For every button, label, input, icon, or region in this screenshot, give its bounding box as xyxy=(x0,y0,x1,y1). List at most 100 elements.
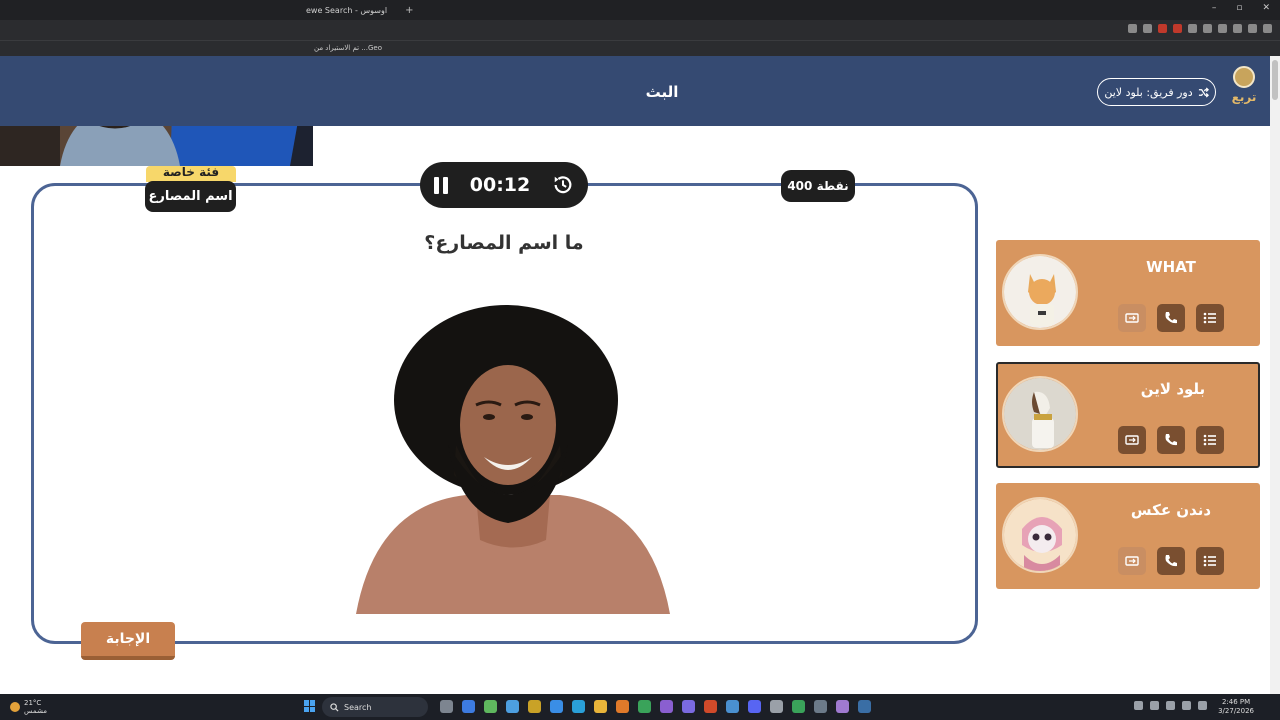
team-avatar xyxy=(1002,497,1078,573)
taskbar-apps xyxy=(440,700,871,713)
page-scrollbar[interactable] xyxy=(1270,56,1280,694)
telegram-icon[interactable] xyxy=(572,700,585,713)
app-icon[interactable] xyxy=(814,700,827,713)
category-tag: فئة خاصة xyxy=(146,166,236,182)
swap-icon xyxy=(1125,556,1139,566)
sidebar-icon[interactable] xyxy=(1233,24,1242,33)
wrestler-image xyxy=(356,305,670,614)
file-explorer-icon[interactable] xyxy=(594,700,607,713)
new-tab-icon[interactable]: + xyxy=(405,5,413,16)
category-name: اسم المصارع xyxy=(145,181,236,212)
bookmarks-bar: تم الاستيراد من ...Geo xyxy=(0,40,1280,56)
clock-time: 2:46 PM xyxy=(1221,698,1251,706)
sun-icon xyxy=(10,702,20,712)
screen: ewe Search - اوسوس + – ▫ ✕ تم الاستيراد … xyxy=(0,0,1280,720)
minimize-icon[interactable]: – xyxy=(1212,3,1217,13)
taskbar-search[interactable]: Search xyxy=(322,697,428,717)
chrome-icon[interactable] xyxy=(726,700,739,713)
app-icon[interactable] xyxy=(682,700,695,713)
weather-desc: مشمس xyxy=(24,707,47,715)
rewards-icon[interactable] xyxy=(1173,24,1182,33)
list-button[interactable] xyxy=(1196,547,1224,575)
swap-button[interactable] xyxy=(1118,426,1146,454)
close-icon[interactable]: ✕ xyxy=(1262,3,1270,13)
bookmark-icon[interactable] xyxy=(1203,24,1212,33)
call-button[interactable] xyxy=(1157,304,1185,332)
app-icon[interactable] xyxy=(660,700,673,713)
team-card-what: WHAT xyxy=(996,240,1260,346)
points-badge: 400 نقطة xyxy=(781,170,855,202)
taskbar-clock[interactable]: 2:46 PM 3/27/2026 xyxy=(1218,698,1254,716)
zoom-icon[interactable] xyxy=(1188,24,1197,33)
team-actions xyxy=(1118,426,1224,454)
tab-title: ewe Search - اوسوس xyxy=(306,5,388,15)
site-header: البث دور فريق: بلود لاين تربع xyxy=(0,56,1270,126)
answer-button[interactable]: الإجابة xyxy=(81,622,175,660)
chevron-up-icon[interactable] xyxy=(1134,701,1143,710)
pause-icon[interactable] xyxy=(434,176,448,194)
app-icon[interactable] xyxy=(484,700,497,713)
scrollbar-thumb[interactable] xyxy=(1272,60,1278,100)
system-tray xyxy=(1134,701,1207,710)
weather-widget[interactable]: 21°C مشمس xyxy=(10,699,47,715)
window-controls: – ▫ ✕ xyxy=(1212,3,1270,13)
screenshot-icon[interactable] xyxy=(1128,24,1137,33)
call-button[interactable] xyxy=(1157,426,1185,454)
app-icon[interactable] xyxy=(528,700,541,713)
app-icon[interactable] xyxy=(462,700,475,713)
imported-bookmarks[interactable]: تم الاستيراد من ...Geo xyxy=(314,44,382,52)
search-icon xyxy=(330,702,339,712)
phone-icon xyxy=(1165,555,1177,567)
task-view-icon[interactable] xyxy=(440,700,453,713)
list-icon xyxy=(1203,555,1216,567)
swap-icon xyxy=(1125,313,1139,323)
start-icon[interactable] xyxy=(304,700,316,712)
discord-icon[interactable] xyxy=(748,700,761,713)
app-icon[interactable] xyxy=(506,700,519,713)
swap-button[interactable] xyxy=(1118,304,1146,332)
maximize-icon[interactable]: ▫ xyxy=(1236,3,1242,13)
steam-icon[interactable] xyxy=(858,700,871,713)
share-icon[interactable] xyxy=(1143,24,1152,33)
swap-button[interactable] xyxy=(1118,547,1146,575)
app-tray-icon[interactable] xyxy=(1150,701,1159,710)
reset-timer-icon[interactable] xyxy=(552,174,574,196)
browser-tab[interactable]: ewe Search - اوسوس + xyxy=(306,3,413,17)
team-name: WHAT xyxy=(1146,258,1196,276)
call-button[interactable] xyxy=(1157,547,1185,575)
app-icon[interactable] xyxy=(836,700,849,713)
app-icon[interactable] xyxy=(770,700,783,713)
team-avatar xyxy=(1002,254,1078,330)
list-button[interactable] xyxy=(1196,304,1224,332)
brave-icon[interactable] xyxy=(704,700,717,713)
search-label: Search xyxy=(344,702,372,712)
menu-icon[interactable] xyxy=(1263,24,1272,33)
timer: 00:12 xyxy=(420,162,588,208)
extensions-icon[interactable] xyxy=(1218,24,1227,33)
volume-icon[interactable] xyxy=(1182,701,1191,710)
question-text: ما اسم المصارع؟ xyxy=(424,232,584,254)
phone-icon xyxy=(1165,434,1177,446)
team-actions xyxy=(1118,547,1224,575)
team-card-dandan: دندن عكس xyxy=(996,483,1260,589)
app-icon[interactable] xyxy=(616,700,629,713)
list-button[interactable] xyxy=(1196,426,1224,454)
team-turn-label: دور فريق: بلود لاين xyxy=(1104,85,1193,99)
wifi-icon[interactable] xyxy=(1166,701,1175,710)
whatsapp-icon[interactable] xyxy=(638,700,651,713)
battery-icon[interactable] xyxy=(1198,701,1207,710)
team-turn-button[interactable]: دور فريق: بلود لاين xyxy=(1097,78,1216,106)
app-icon[interactable] xyxy=(550,700,563,713)
list-icon xyxy=(1203,434,1216,446)
phone-icon xyxy=(1165,312,1177,324)
site-logo[interactable]: تربع xyxy=(1226,66,1262,116)
page-title: البث xyxy=(645,83,679,101)
logo-emblem-icon xyxy=(1233,66,1255,88)
team-name: دندن عكس xyxy=(1130,501,1212,519)
list-icon xyxy=(1203,312,1216,324)
app-icon[interactable] xyxy=(792,700,805,713)
team-avatar xyxy=(1002,376,1078,452)
brave-shield-icon[interactable] xyxy=(1158,24,1167,33)
team-card-bloodline: بلود لاين xyxy=(996,362,1260,468)
wallet-icon[interactable] xyxy=(1248,24,1257,33)
